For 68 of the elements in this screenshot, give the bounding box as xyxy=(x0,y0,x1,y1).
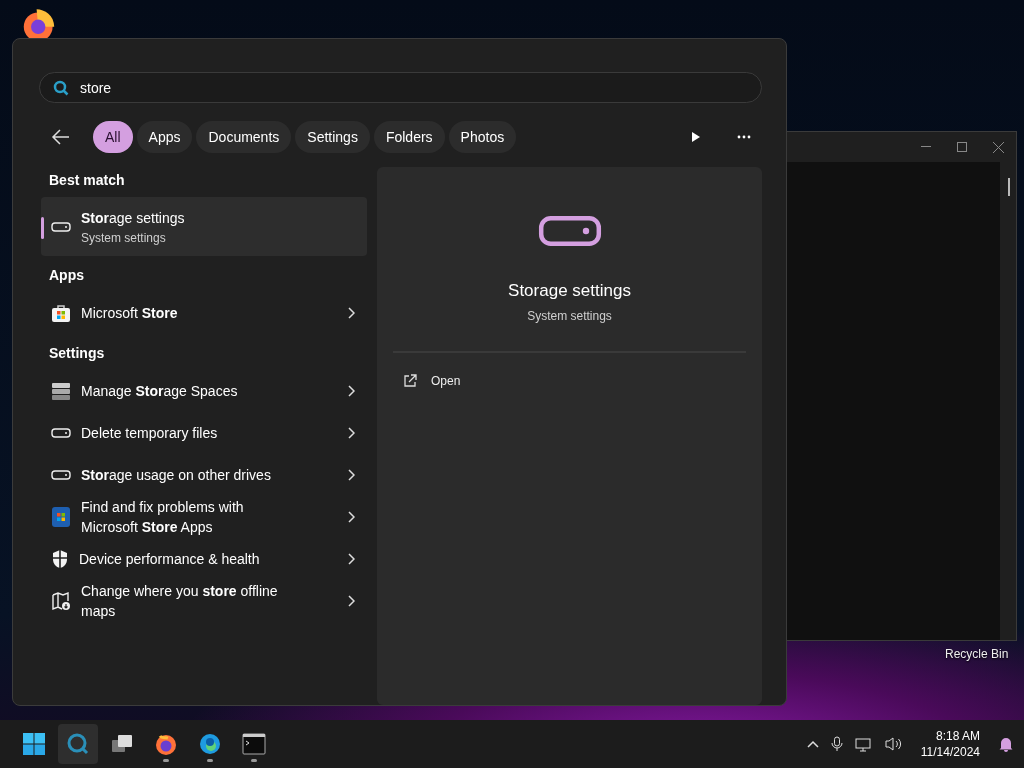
edge-icon xyxy=(198,732,222,756)
filter-tab[interactable]: Apps xyxy=(136,121,193,153)
result-item[interactable]: Manage Storage Spaces xyxy=(41,370,367,412)
chevron-icon xyxy=(347,511,355,523)
drive-icon xyxy=(51,470,71,480)
network-icon[interactable] xyxy=(854,736,873,752)
search-field[interactable]: store xyxy=(39,72,762,103)
drive-icon xyxy=(537,215,602,247)
windows-logo-icon xyxy=(22,732,46,756)
chevron-icon xyxy=(347,553,355,565)
result-title: Find and fix problems with Microsoft Store Apps xyxy=(81,498,245,537)
result-item[interactable]: Storage settings System settings xyxy=(41,197,367,256)
drive-icon xyxy=(51,221,71,232)
result-title: Microsoft Store xyxy=(81,304,179,323)
result-subtitle: System settings xyxy=(81,231,167,245)
section-heading: Settings xyxy=(48,344,106,363)
scrollbar-thumb[interactable] xyxy=(1008,178,1010,196)
filter-tab[interactable]: All xyxy=(93,121,133,153)
terminal-icon xyxy=(242,733,266,755)
result-title: Storage settings xyxy=(81,209,186,228)
bell-icon[interactable] xyxy=(998,736,1014,752)
store-bag-icon xyxy=(51,303,71,323)
clock-time[interactable]: 8:18 AM xyxy=(935,729,980,743)
desktop-icon-label: Recycle Bin xyxy=(945,647,1009,661)
more-icon xyxy=(737,135,751,139)
search-icon xyxy=(53,80,69,96)
section-heading: Apps xyxy=(48,266,85,285)
result-item[interactable]: Find and fix problems with Microsoft Store Apps xyxy=(41,496,367,538)
section-heading: Best match xyxy=(48,171,126,190)
search-icon xyxy=(66,732,90,756)
filter-tab[interactable]: Folders xyxy=(373,121,445,153)
chevron-icon xyxy=(347,427,355,439)
chevron-up-icon[interactable] xyxy=(806,740,819,748)
clock-date[interactable]: 11/14/2024 xyxy=(920,745,980,759)
preview-subtitle: System settings xyxy=(527,309,612,323)
store-app-icon xyxy=(51,506,71,528)
filter-tab[interactable]: Documents xyxy=(196,121,292,153)
result-title: Manage Storage Spaces xyxy=(81,382,239,401)
chevron-icon xyxy=(347,385,355,397)
maximize-icon[interactable] xyxy=(957,142,967,152)
result-title: Delete temporary files xyxy=(81,424,219,443)
preview-title: Storage settings xyxy=(508,281,631,301)
result-title: Storage usage on other drives xyxy=(81,466,272,485)
result-item[interactable]: Microsoft Store xyxy=(41,292,367,334)
microphone-icon[interactable] xyxy=(830,736,843,752)
play-icon xyxy=(691,131,701,143)
chevron-icon xyxy=(347,469,355,481)
result-item[interactable]: Delete temporary files xyxy=(41,412,367,454)
result-item[interactable]: Device performance & health xyxy=(41,538,367,580)
result-title: Device performance & health xyxy=(79,550,261,569)
back-arrow-icon[interactable] xyxy=(51,127,71,147)
drive-icon xyxy=(51,428,71,438)
action-link[interactable]: Open xyxy=(431,374,461,388)
minimize-icon[interactable] xyxy=(921,146,931,148)
volume-icon[interactable] xyxy=(884,736,903,752)
shield-icon xyxy=(51,549,69,569)
filter-tab[interactable]: Photos xyxy=(448,121,517,153)
firefox-icon xyxy=(154,732,178,756)
filter-tab[interactable]: Settings xyxy=(295,121,370,153)
result-item[interactable]: Change where you store offline maps xyxy=(41,580,367,622)
chevron-icon xyxy=(347,307,355,319)
result-title: Change where you store offline maps xyxy=(81,582,279,621)
stacked-disks-icon xyxy=(51,381,71,401)
chevron-icon xyxy=(347,595,355,607)
map-icon xyxy=(51,591,71,611)
close-icon[interactable] xyxy=(993,141,1004,153)
open-external-icon xyxy=(403,374,417,388)
result-item[interactable]: Storage usage on other drives xyxy=(41,454,367,496)
